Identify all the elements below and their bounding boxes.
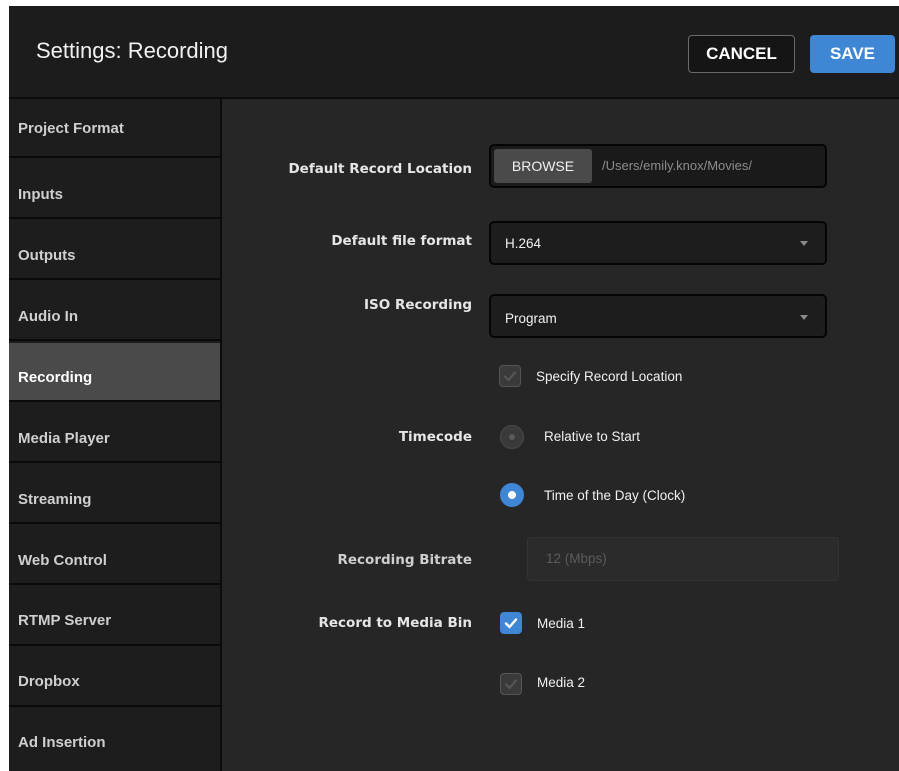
media-2-checkbox[interactable]: [500, 673, 522, 695]
sidebar-item-streaming[interactable]: Streaming: [9, 465, 220, 524]
iso-recording-select[interactable]: Program: [489, 294, 827, 338]
bitrate-input: 12 (Mbps): [527, 537, 839, 581]
specify-location-checkbox[interactable]: [499, 365, 521, 387]
chevron-down-icon: [800, 315, 808, 320]
checkmark-icon: [503, 371, 517, 382]
iso-recording-label: ISO Recording: [364, 297, 472, 313]
file-format-label: Default file format: [331, 233, 472, 249]
settings-content: Default Record Location BROWSE /Users/em…: [224, 99, 899, 771]
media-1-checkbox[interactable]: [500, 612, 522, 634]
sidebar-item-recording[interactable]: Recording: [9, 343, 220, 402]
checkmark-icon: [504, 679, 518, 690]
sidebar-item-label: Outputs: [18, 247, 76, 264]
sidebar-item-dropbox[interactable]: Dropbox: [9, 648, 220, 707]
sidebar-item-rtmp-server[interactable]: RTMP Server: [9, 587, 220, 646]
specify-location-label: Specify Record Location: [536, 369, 683, 384]
sidebar-item-project-format[interactable]: Project Format: [9, 99, 220, 158]
settings-header: Settings: Recording CANCEL SAVE: [9, 6, 899, 99]
sidebar-item-label: Streaming: [18, 491, 92, 508]
timecode-clock-label: Time of the Day (Clock): [544, 488, 686, 503]
sidebar-item-outputs[interactable]: Outputs: [9, 221, 220, 280]
page-title: Settings: Recording: [36, 38, 228, 63]
sidebar-item-label: Media Player: [18, 430, 110, 447]
sidebar-item-label: Dropbox: [18, 673, 80, 690]
timecode-label: Timecode: [398, 429, 472, 445]
record-location-field: BROWSE /Users/emily.knox/Movies/: [489, 144, 827, 188]
file-format-select[interactable]: H.264: [489, 221, 827, 265]
file-format-value: H.264: [505, 236, 542, 251]
radio-dot-icon: [508, 491, 516, 499]
timecode-clock-radio[interactable]: [500, 483, 524, 507]
media-2-label: Media 2: [537, 675, 586, 690]
iso-recording-value: Program: [505, 311, 557, 326]
media-bin-label: Record to Media Bin: [318, 615, 473, 631]
sidebar-item-inputs[interactable]: Inputs: [9, 160, 220, 219]
settings-sidebar: Project Format Inputs Outputs Audio In R…: [9, 99, 222, 771]
sidebar-item-label: Recording: [18, 369, 93, 386]
sidebar-item-label: Ad Insertion: [18, 734, 106, 751]
sidebar-item-ad-insertion[interactable]: Ad Insertion: [9, 709, 220, 768]
timecode-relative-radio[interactable]: [500, 425, 524, 449]
cancel-button[interactable]: CANCEL: [688, 35, 795, 73]
timecode-relative-label: Relative to Start: [544, 429, 641, 444]
sidebar-item-label: RTMP Server: [18, 612, 112, 629]
save-button[interactable]: SAVE: [810, 35, 895, 73]
bitrate-value: 12 (Mbps): [546, 551, 607, 566]
radio-dot-icon: [509, 434, 515, 440]
checkmark-icon: [504, 618, 518, 629]
sidebar-item-media-player[interactable]: Media Player: [9, 404, 220, 463]
sidebar-item-audio-in[interactable]: Audio In: [9, 282, 220, 341]
sidebar-item-label: Web Control: [18, 552, 107, 569]
sidebar-item-web-control[interactable]: Web Control: [9, 526, 220, 585]
chevron-down-icon: [800, 241, 808, 246]
media-1-label: Media 1: [537, 616, 586, 631]
sidebar-item-label: Audio In: [18, 308, 78, 325]
sidebar-item-label: Inputs: [18, 186, 63, 203]
sidebar-item-label: Project Format: [18, 120, 124, 137]
browse-button[interactable]: BROWSE: [494, 149, 592, 183]
bitrate-label: Recording Bitrate: [337, 552, 473, 568]
record-location-path: /Users/emily.knox/Movies/: [602, 158, 753, 173]
record-location-label: Default Record Location: [288, 161, 472, 177]
settings-window: Settings: Recording CANCEL SAVE Project …: [9, 6, 899, 771]
